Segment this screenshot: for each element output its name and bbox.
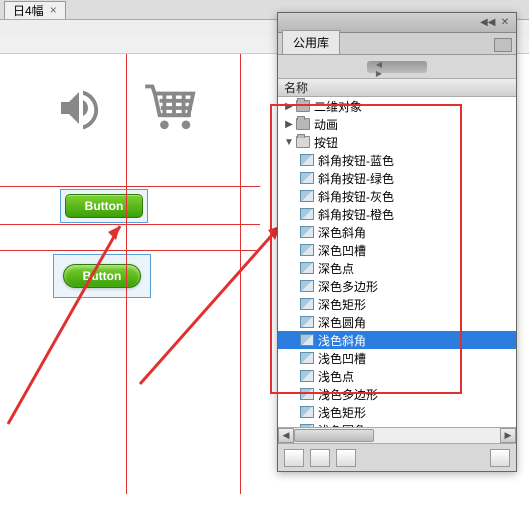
- symbol-icon: [300, 298, 314, 310]
- panel-toolbar: [278, 55, 516, 79]
- tree-item-label: 深色点: [318, 260, 354, 277]
- tree-item-label: 浅色斜角: [318, 332, 366, 349]
- tree-item[interactable]: 深色凹槽: [278, 241, 516, 259]
- expand-icon[interactable]: ▶: [284, 119, 294, 130]
- symbol-icon: [300, 262, 314, 274]
- tree-item[interactable]: 浅色斜角: [278, 331, 516, 349]
- tree-item-label: 浅色圆角: [318, 422, 366, 428]
- tree-item[interactable]: 斜角按钮-蓝色: [278, 151, 516, 169]
- collapse-icon[interactable]: ◀◀: [480, 17, 494, 28]
- folder-icon: [296, 136, 310, 148]
- new-folder-button[interactable]: [310, 449, 330, 467]
- tree-item-label: 斜角按钮-橙色: [318, 206, 394, 223]
- tree-item[interactable]: 深色多边形: [278, 277, 516, 295]
- folder-icon: [296, 118, 310, 130]
- tree-item[interactable]: ▶ 二维对象: [278, 97, 516, 115]
- symbol-icon: [300, 388, 314, 400]
- tree-item-label: 动画: [314, 116, 338, 133]
- expand-icon[interactable]: ▶: [284, 101, 294, 112]
- symbol-icon: [300, 190, 314, 202]
- symbol-icon: [300, 334, 314, 346]
- tree-item-label: 斜角按钮-灰色: [318, 188, 394, 205]
- tree-item[interactable]: 浅色圆角: [278, 421, 516, 427]
- library-tree[interactable]: ▶ 二维对象 ▶ 动画 ▼ 按钮斜角按钮-蓝色斜角按钮-绿色斜角按钮-灰色斜角按钮-橙色深…: [278, 97, 516, 427]
- scroll-left-icon[interactable]: ◀: [278, 428, 294, 443]
- folder-icon: [296, 100, 310, 112]
- guide-line: [0, 224, 260, 225]
- speaker-icon[interactable]: [55, 84, 103, 132]
- document-tab[interactable]: 日4幅 ×: [4, 1, 66, 19]
- tree-item-label: 浅色凹槽: [318, 350, 366, 367]
- library-panel: ◀◀ ✕ 公用库 名称 ▶ 二维对象 ▶ 动画 ▼ 按钮斜角按钮-蓝色斜角按钮-绿色斜角按…: [277, 12, 517, 472]
- scroll-thumb[interactable]: [294, 429, 374, 442]
- annotation-arrow: [0, 214, 140, 434]
- symbol-icon: [300, 406, 314, 418]
- tree-item-label: 深色矩形: [318, 296, 366, 313]
- tree-item[interactable]: 斜角按钮-橙色: [278, 205, 516, 223]
- tree-item[interactable]: 斜角按钮-灰色: [278, 187, 516, 205]
- tree-item-label: 深色斜角: [318, 224, 366, 241]
- tree-item[interactable]: 深色圆角: [278, 313, 516, 331]
- tree-item[interactable]: 深色斜角: [278, 223, 516, 241]
- symbol-icon: [300, 280, 314, 292]
- tab-title: 日4幅: [13, 2, 44, 19]
- annotation-arrow: [130, 214, 300, 394]
- panel-footer: [278, 443, 516, 471]
- guide-line: [126, 54, 127, 494]
- symbol-icon: [300, 172, 314, 184]
- tree-item-label: 深色凹槽: [318, 242, 366, 259]
- symbol-icon: [300, 244, 314, 256]
- tab-library[interactable]: 公用库: [282, 30, 340, 54]
- tree-item[interactable]: 深色矩形: [278, 295, 516, 313]
- scroll-right-icon[interactable]: ▶: [500, 428, 516, 443]
- delete-button[interactable]: [490, 449, 510, 467]
- horizontal-scrollbar[interactable]: ◀ ▶: [278, 427, 516, 443]
- new-symbol-button[interactable]: [284, 449, 304, 467]
- tree-item-label: 按钮: [314, 134, 338, 151]
- tree-item-label: 深色多边形: [318, 278, 378, 295]
- tree-item-label: 斜角按钮-绿色: [318, 170, 394, 187]
- guide-line: [0, 186, 260, 187]
- preview-slider[interactable]: [367, 61, 427, 73]
- button-instance-2[interactable]: Button: [63, 264, 141, 288]
- tree-item[interactable]: ▶ 动画: [278, 115, 516, 133]
- tree-item[interactable]: 浅色矩形: [278, 403, 516, 421]
- symbol-icon: [300, 208, 314, 220]
- button-instance-1[interactable]: Button: [65, 194, 143, 218]
- symbol-icon: [300, 370, 314, 382]
- guide-line: [240, 54, 241, 494]
- symbol-icon: [300, 424, 314, 427]
- tree-item-label: 斜角按钮-蓝色: [318, 152, 394, 169]
- symbol-icon: [300, 316, 314, 328]
- tree-item-label: 浅色矩形: [318, 404, 366, 421]
- panel-options-icon[interactable]: [494, 38, 512, 52]
- tree-item[interactable]: 浅色凹槽: [278, 349, 516, 367]
- close-icon[interactable]: ✕: [498, 17, 512, 28]
- scroll-track[interactable]: [294, 428, 500, 443]
- tree-item[interactable]: 浅色点: [278, 367, 516, 385]
- guide-line: [0, 250, 260, 251]
- tree-item[interactable]: 斜角按钮-绿色: [278, 169, 516, 187]
- column-header-name[interactable]: 名称: [278, 79, 516, 97]
- symbol-icon: [300, 226, 314, 238]
- tree-item[interactable]: ▼ 按钮: [278, 133, 516, 151]
- tree-item-label: 浅色多边形: [318, 386, 378, 403]
- panel-tabs: 公用库: [278, 33, 516, 55]
- symbol-icon: [300, 154, 314, 166]
- tree-item-label: 浅色点: [318, 368, 354, 385]
- expand-icon[interactable]: ▼: [284, 137, 294, 148]
- close-icon[interactable]: ×: [50, 3, 57, 17]
- symbol-icon: [300, 352, 314, 364]
- tree-item[interactable]: 浅色多边形: [278, 385, 516, 403]
- cart-icon[interactable]: [145, 84, 203, 132]
- properties-button[interactable]: [336, 449, 356, 467]
- tree-item-label: 二维对象: [314, 98, 362, 115]
- tree-item[interactable]: 深色点: [278, 259, 516, 277]
- tree-item-label: 深色圆角: [318, 314, 366, 331]
